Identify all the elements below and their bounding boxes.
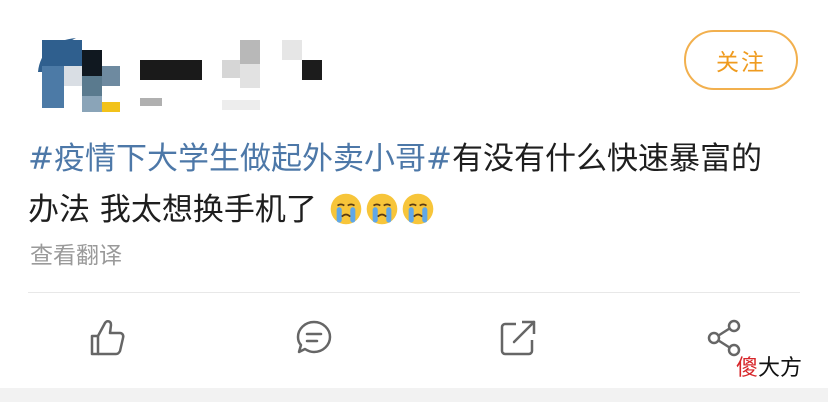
translate-link[interactable]: 查看翻译 [30, 236, 122, 270]
bottom-separator-strip [0, 388, 828, 402]
crying-face-emoji-icon [366, 193, 398, 225]
watermark: 傻大方 [736, 350, 802, 382]
like-button[interactable] [84, 316, 128, 360]
comment-button[interactable] [292, 316, 336, 360]
post-text-line2: 办法 我太想换手机了 [28, 192, 317, 228]
thumbs-up-icon [90, 320, 125, 356]
post-text-line1: 有没有什么快速暴富的 [451, 141, 762, 177]
repost-button[interactable] [496, 316, 540, 360]
crying-face-emoji-icon [402, 193, 434, 225]
follow-button-label: 关注 [716, 50, 766, 76]
divider [28, 292, 800, 293]
author-avatar[interactable] [28, 32, 120, 112]
hashtag-link[interactable]: #疫情下大学生做起外卖小哥# [28, 141, 452, 177]
repost-icon [500, 320, 536, 356]
watermark-text: 大方 [758, 356, 803, 381]
comment-icon [296, 320, 332, 354]
watermark-red-char: 傻 [736, 356, 759, 381]
follow-button[interactable]: 关注 [684, 30, 798, 90]
avatar-mosaic [34, 40, 120, 112]
crying-face-emoji-icon [330, 193, 362, 225]
post-text: #疫情下大学生做起外卖小哥#有没有什么快速暴富的 办法 我太想换手机了 [28, 134, 798, 236]
